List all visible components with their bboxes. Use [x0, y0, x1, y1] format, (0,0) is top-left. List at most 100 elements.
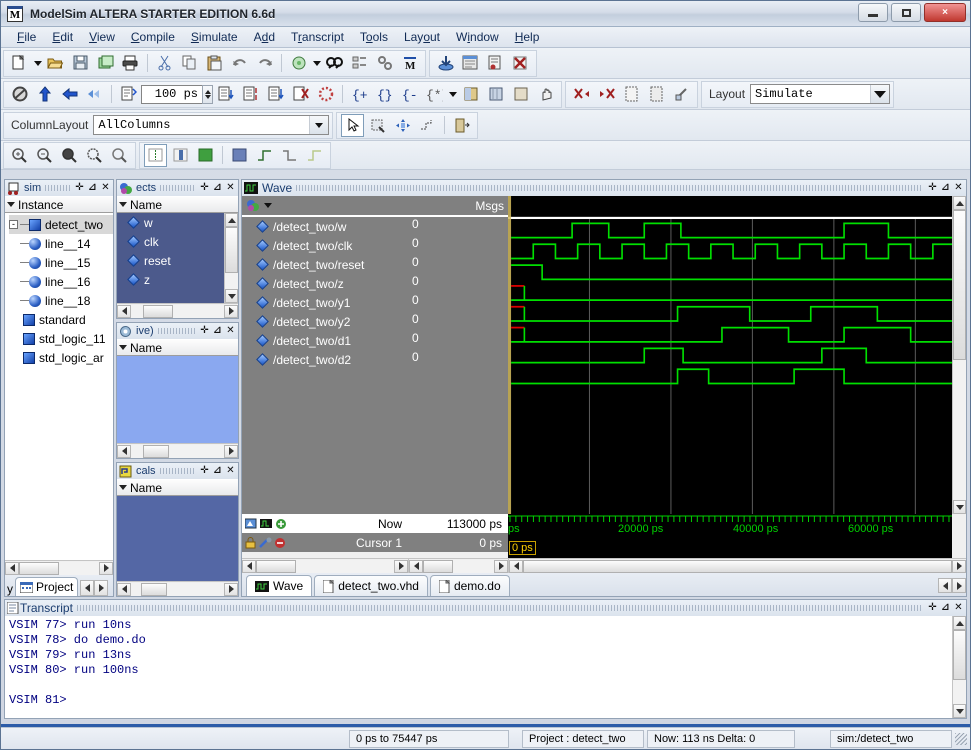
- wave-value-hscroll-track[interactable]: [423, 559, 494, 573]
- doc-tab-scroll-left[interactable]: [938, 578, 952, 593]
- sim-hscroll-track[interactable]: [19, 561, 99, 575]
- wave-timeline[interactable]: ps 20000 ps 40000 ps 60000 ps 0 ps: [508, 514, 952, 558]
- wave-signal-row[interactable]: /detect_two/d2: [242, 350, 408, 369]
- wave-canvas-hscroll-track[interactable]: [523, 559, 952, 573]
- wave-signal-row[interactable]: /detect_two/reset: [242, 255, 408, 274]
- dock-icon[interactable]: ✛: [199, 466, 210, 477]
- cursor-row[interactable]: Cursor 1 0 ps: [242, 533, 508, 552]
- new-file-button[interactable]: [8, 52, 31, 75]
- wave-vscroll-track[interactable]: [953, 210, 966, 500]
- new-file-dropdown[interactable]: [33, 52, 42, 75]
- scroll-left-button[interactable]: [5, 561, 19, 575]
- menu-tools[interactable]: Tools: [352, 28, 396, 46]
- copy-button[interactable]: [178, 52, 201, 75]
- wave-canvas-hscroll-thumb[interactable]: [523, 559, 952, 573]
- panel-grip[interactable]: [296, 185, 923, 191]
- layout-dropdown-button[interactable]: [870, 85, 890, 103]
- menu-transcript[interactable]: Transcript: [283, 28, 352, 46]
- sim-tree[interactable]: - detect_two line__14 line__15 line__16 …: [5, 213, 113, 560]
- stop-button[interactable]: [314, 83, 337, 106]
- wave-name-hscroll-thumb[interactable]: [256, 559, 296, 573]
- cursor-time-tag[interactable]: 0 ps: [509, 541, 536, 555]
- save-all-button[interactable]: [94, 52, 117, 75]
- active-hscrollbar[interactable]: [117, 443, 238, 458]
- menu-layout[interactable]: Layout: [396, 28, 448, 46]
- scroll-down-button[interactable]: [225, 289, 238, 303]
- maximize-button[interactable]: [891, 3, 921, 22]
- coverage2-button[interactable]: [484, 83, 507, 106]
- run-all-button[interactable]: [264, 83, 287, 106]
- compare-prev-button[interactable]: [570, 83, 593, 106]
- run-length-input[interactable]: 100 ps: [141, 84, 203, 104]
- panel-grip[interactable]: [159, 468, 195, 474]
- tree-row-line15[interactable]: line__15: [9, 253, 113, 272]
- active-list[interactable]: [117, 356, 238, 443]
- step-out-button[interactable]: {-}: [398, 83, 421, 106]
- transcript-vscrollbar[interactable]: [952, 616, 966, 718]
- undock-icon[interactable]: ⊿: [212, 466, 223, 477]
- columnlayout-dropdown-button[interactable]: [309, 116, 328, 134]
- menu-view[interactable]: View: [81, 28, 123, 46]
- wave-name-header[interactable]: [242, 196, 408, 215]
- scroll-left-button[interactable]: [117, 582, 131, 596]
- compile-order-button[interactable]: [348, 52, 371, 75]
- active-column-header[interactable]: Name: [117, 339, 238, 356]
- wave-canvas[interactable]: [508, 196, 952, 514]
- active-hscroll-thumb[interactable]: [143, 444, 169, 458]
- objects-hscrollbar[interactable]: [117, 303, 238, 318]
- tree-row-line18[interactable]: line__18: [9, 291, 113, 310]
- compare-file2-button[interactable]: [645, 83, 668, 106]
- undock-icon[interactable]: ⊿: [87, 183, 98, 194]
- zoom-cursor-button[interactable]: [83, 144, 106, 167]
- select-mode-button[interactable]: [341, 113, 364, 137]
- collapse-icon[interactable]: -: [9, 220, 18, 229]
- dock-icon[interactable]: ✛: [199, 326, 210, 337]
- tree-row-standard[interactable]: standard: [9, 310, 113, 329]
- dock-icon[interactable]: ✛: [74, 183, 85, 194]
- tab-wave[interactable]: Wave: [246, 575, 313, 596]
- compare-file1-button[interactable]: [620, 83, 643, 106]
- pan-button[interactable]: [534, 83, 557, 106]
- locals-hscroll-thumb[interactable]: [141, 582, 167, 596]
- step-settings-button[interactable]: {*}: [423, 83, 446, 106]
- redo-button[interactable]: [253, 52, 276, 75]
- tree-row-line14[interactable]: line__14: [9, 234, 113, 253]
- wave-fill-button[interactable]: [228, 144, 251, 167]
- tab-detect-two-vhd[interactable]: detect_two.vhd: [314, 575, 428, 596]
- format-literal-button[interactable]: [144, 143, 167, 167]
- menu-add[interactable]: Add: [246, 28, 283, 46]
- wave-signal-row[interactable]: /detect_two/d1: [242, 331, 408, 350]
- measure-mode-button[interactable]: [416, 114, 439, 137]
- locals-list[interactable]: [117, 496, 238, 581]
- zoom-mode-button[interactable]: [366, 114, 389, 137]
- project-tab[interactable]: Project: [15, 577, 79, 596]
- panel-grip[interactable]: [76, 605, 923, 611]
- compare-next-button[interactable]: [595, 83, 618, 106]
- undock-icon[interactable]: ⊿: [212, 326, 223, 337]
- undo-button[interactable]: [228, 52, 251, 75]
- end-simulation-button[interactable]: [509, 52, 532, 75]
- step-up-button[interactable]: [33, 83, 56, 106]
- wave-step-button[interactable]: [303, 144, 326, 167]
- sim-column-header[interactable]: Instance: [5, 196, 113, 213]
- objects-vscroll-track[interactable]: [225, 227, 238, 289]
- sim-hscroll-thumb[interactable]: [19, 561, 59, 575]
- menu-file[interactable]: File: [9, 28, 44, 46]
- scroll-left-button[interactable]: [117, 304, 131, 318]
- active-hscroll-track[interactable]: [131, 444, 224, 458]
- print-button[interactable]: [119, 52, 142, 75]
- dock-icon[interactable]: ✛: [199, 183, 210, 194]
- compare-clear-button[interactable]: [670, 83, 693, 106]
- zoom-in-button[interactable]: [8, 144, 31, 167]
- objects-column-header[interactable]: Name: [117, 196, 238, 213]
- wave-signal-row[interactable]: /detect_two/y2: [242, 312, 408, 331]
- object-row-reset[interactable]: reset: [117, 251, 224, 270]
- transcript-vscroll-track[interactable]: [953, 630, 966, 704]
- simulate-button[interactable]: [459, 52, 482, 75]
- menu-simulate[interactable]: Simulate: [183, 28, 246, 46]
- step-back-button[interactable]: [58, 83, 81, 106]
- wave-name-hscroll[interactable]: [242, 558, 408, 573]
- wave-canvas-hscroll[interactable]: [508, 558, 966, 573]
- transcript-vscroll-thumb[interactable]: [953, 630, 966, 680]
- close-icon[interactable]: ✕: [953, 183, 964, 194]
